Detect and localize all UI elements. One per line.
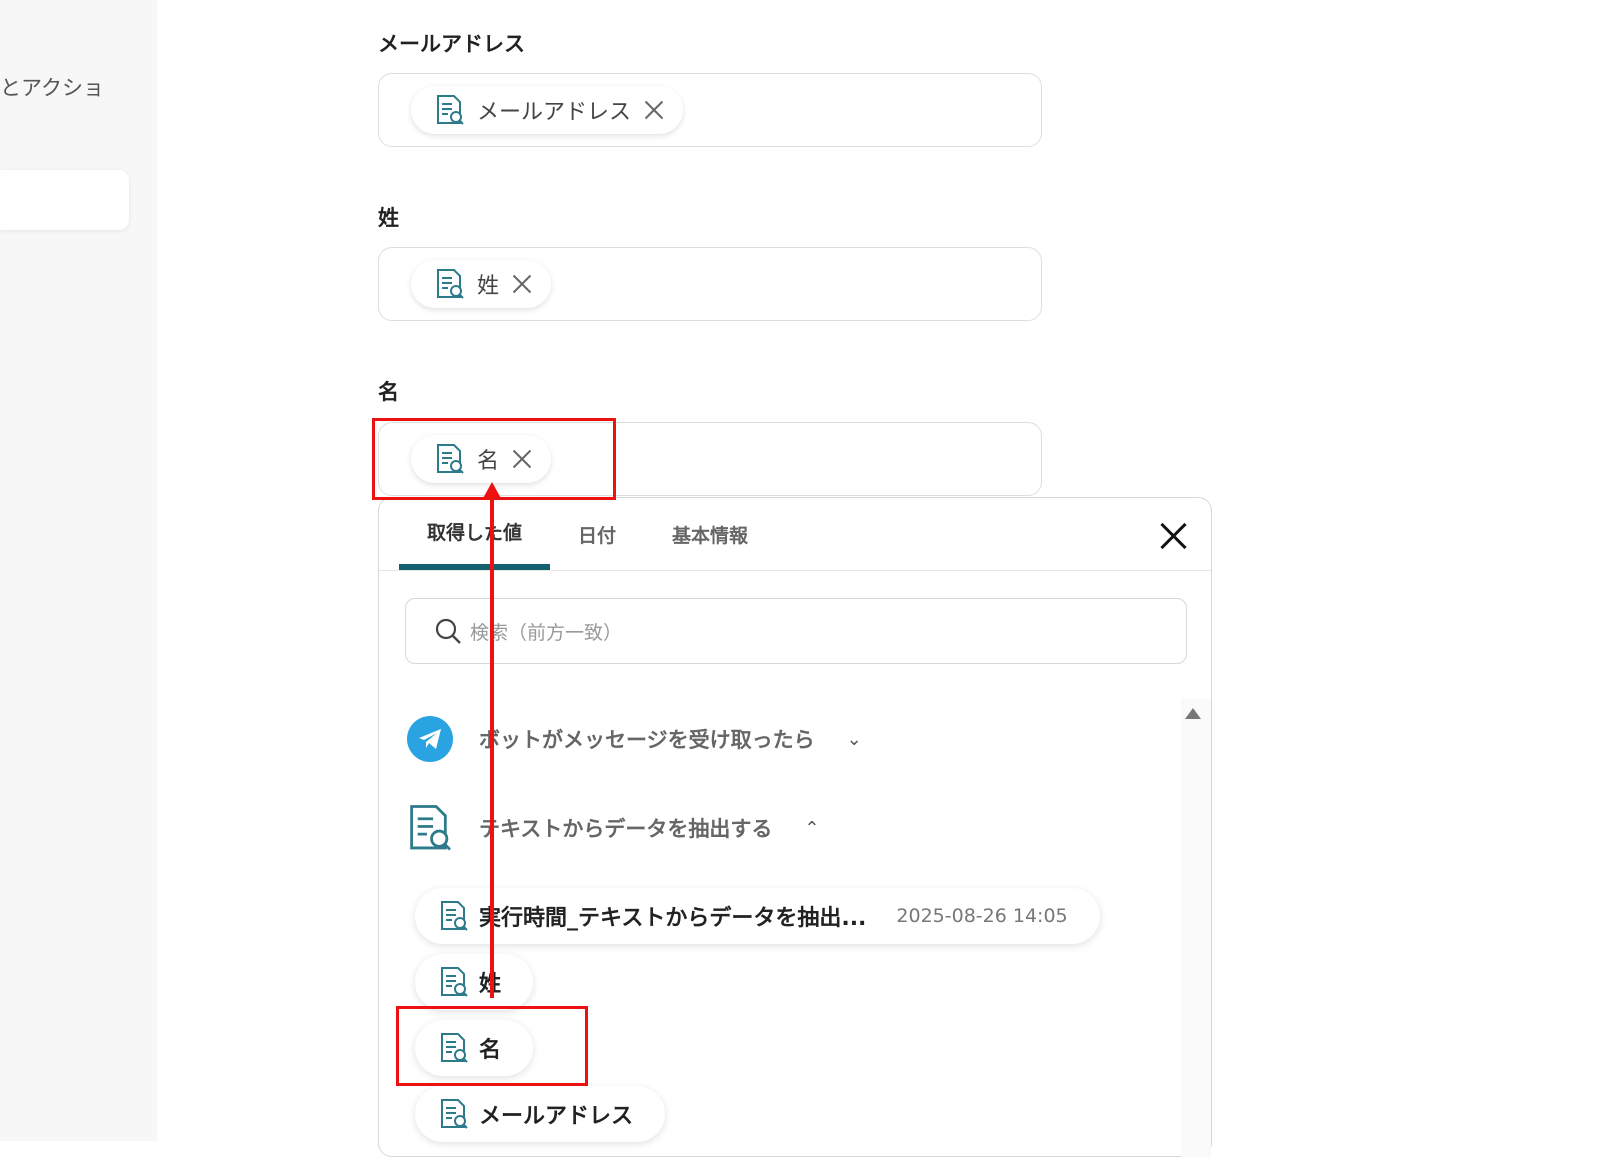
tab-bar: 取得した値 日付 基本情報 bbox=[399, 498, 776, 570]
field-label-email: メールアドレス bbox=[378, 32, 525, 56]
variable-chip-email[interactable]: メールアドレス bbox=[411, 86, 684, 134]
chevron-down-icon[interactable]: ⌄ bbox=[847, 729, 862, 750]
field-label-last-name: 姓 bbox=[378, 206, 399, 230]
item-timestamp: 2025-08-26 14:05 bbox=[896, 905, 1068, 927]
sidebar-active-item[interactable] bbox=[0, 170, 129, 230]
list-item[interactable]: 実行時間_テキストからデータを抽出... 2025-08-26 14:05 bbox=[415, 888, 1100, 944]
divider bbox=[379, 570, 1211, 571]
scroll-up-icon[interactable] bbox=[1185, 708, 1201, 719]
arrow-up-icon bbox=[482, 482, 502, 500]
document-search-icon bbox=[437, 269, 464, 299]
list-item[interactable]: メールアドレス bbox=[415, 1086, 666, 1142]
variable-chip-last-name[interactable]: 姓 bbox=[411, 260, 552, 308]
group-label: ボットがメッセージを受け取ったら bbox=[479, 728, 815, 752]
document-search-icon bbox=[410, 805, 451, 851]
scrollbar[interactable] bbox=[1181, 698, 1211, 1158]
close-icon[interactable] bbox=[511, 273, 533, 295]
close-icon[interactable] bbox=[643, 99, 665, 121]
last-name-field[interactable]: 姓 bbox=[378, 247, 1042, 321]
sidebar-item-label[interactable]: とアクショ bbox=[0, 72, 104, 102]
document-search-icon bbox=[437, 95, 464, 125]
sidebar: とアクショ bbox=[0, 0, 157, 1141]
chevron-up-icon[interactable]: ⌃ bbox=[804, 818, 819, 839]
document-search-icon bbox=[441, 967, 468, 997]
list-item[interactable]: 姓 bbox=[415, 954, 534, 1010]
email-field[interactable]: メールアドレス bbox=[378, 73, 1042, 147]
item-label: 実行時間_テキストからデータを抽出... bbox=[479, 906, 867, 931]
telegram-icon bbox=[407, 716, 453, 762]
search-input[interactable]: 検索（前方一致） bbox=[405, 598, 1187, 664]
document-search-icon bbox=[441, 901, 468, 931]
close-icon[interactable] bbox=[1159, 522, 1187, 550]
item-label: メールアドレス bbox=[479, 1104, 634, 1129]
chip-label: メールアドレス bbox=[477, 100, 632, 125]
tab-date[interactable]: 日付 bbox=[550, 498, 644, 570]
annotation-arrow-line bbox=[490, 496, 494, 998]
document-search-icon bbox=[441, 1099, 468, 1129]
group-bot-message[interactable]: ボットがメッセージを受け取ったら ⌄ bbox=[407, 716, 862, 762]
group-label: テキストからデータを抽出する bbox=[479, 817, 773, 841]
group-extract-text[interactable]: テキストからデータを抽出する ⌃ bbox=[407, 803, 819, 853]
search-icon bbox=[435, 618, 461, 644]
chip-label: 姓 bbox=[477, 274, 500, 299]
field-label-first-name: 名 bbox=[378, 380, 399, 404]
tab-retrieved-values[interactable]: 取得した値 bbox=[399, 498, 551, 570]
annotation-highlight-source bbox=[396, 1006, 588, 1086]
tab-basic-info[interactable]: 基本情報 bbox=[644, 498, 776, 570]
